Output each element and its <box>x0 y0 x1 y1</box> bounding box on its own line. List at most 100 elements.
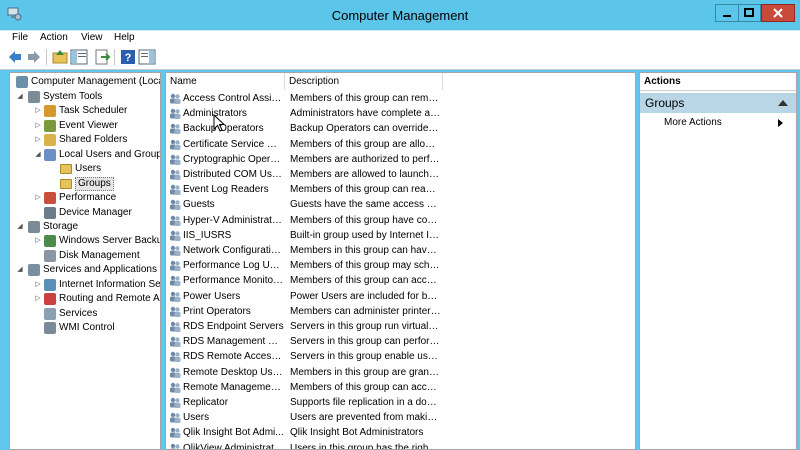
tree-item-event-viewer[interactable]: ▷ Event Viewer <box>10 119 160 133</box>
collapse-up-icon[interactable] <box>778 100 788 106</box>
collapse-icon[interactable]: ◢ <box>16 220 24 234</box>
group-icon <box>169 230 181 241</box>
group-icon <box>169 93 181 104</box>
tree-item-storage[interactable]: ◢ Storage <box>10 220 160 234</box>
list-item[interactable]: Print Operators Members can administer pr… <box>166 304 635 319</box>
tree-item-routing-and-remote-ac[interactable]: ▷ Routing and Remote Ac <box>10 292 160 306</box>
tree-item-computer-management-local[interactable]: Computer Management (Local <box>10 75 160 89</box>
local-users-groups-icon <box>44 149 56 161</box>
list-item[interactable]: QlikView Administrat... Users in this gro… <box>166 441 635 450</box>
group-description: Guests have the same access as m... <box>290 199 441 211</box>
expand-icon[interactable]: ▷ <box>34 292 42 306</box>
group-icon <box>169 108 181 120</box>
list-item[interactable]: Replicator Supports file replication in a… <box>166 395 635 410</box>
collapse-icon[interactable]: ◢ <box>16 90 24 104</box>
tree-item-device-manager[interactable]: Device Manager <box>10 206 160 220</box>
list-item[interactable]: Cryptographic Operat... Members are autho… <box>166 152 635 167</box>
tree-item-users[interactable]: Users <box>10 162 160 176</box>
group-name: Network Configuratio... <box>183 245 284 256</box>
tree-item-disk-management[interactable]: Disk Management <box>10 249 160 263</box>
tree-item-local-users-and-groups[interactable]: ◢ Local Users and Groups <box>10 148 160 162</box>
list-item[interactable]: RDS Remote Access S... Servers in this gr… <box>166 349 635 364</box>
wmi-icon <box>44 322 56 334</box>
list-item[interactable]: Backup Operators Backup Operators can ove… <box>166 121 635 136</box>
storage-icon <box>28 221 40 233</box>
group-icon <box>169 321 181 332</box>
forward-button[interactable] <box>25 48 43 66</box>
show-hide-console-tree-button[interactable] <box>70 48 88 66</box>
tree-item-task-scheduler[interactable]: ▷ Task Scheduler <box>10 104 160 118</box>
list-item[interactable]: Performance Monitor ... Members of this g… <box>166 273 635 288</box>
maximize-button[interactable] <box>739 4 761 22</box>
group-name: QlikView Administrat... <box>183 442 283 450</box>
services-icon <box>44 308 56 320</box>
minimize-button[interactable] <box>715 4 739 22</box>
tree-item-windows-server-backup[interactable]: ▷ Windows Server Backup <box>10 234 160 248</box>
expand-icon[interactable]: ▷ <box>34 119 42 133</box>
back-button[interactable] <box>6 48 24 66</box>
more-actions-item[interactable]: More Actions <box>664 116 722 130</box>
column-header-name[interactable]: Name <box>166 73 285 90</box>
list-item[interactable]: Certificate Service DC... Members of this… <box>166 137 635 152</box>
expand-icon[interactable]: ▷ <box>34 278 42 292</box>
group-icon <box>169 306 181 317</box>
actions-group-groups[interactable]: Groups <box>640 93 796 113</box>
help-button[interactable]: ? <box>119 48 137 66</box>
list-item[interactable]: Users Users are prevented from making ... <box>166 410 635 425</box>
export-list-button[interactable] <box>93 48 111 66</box>
group-icon <box>169 397 181 408</box>
expand-icon[interactable]: ▷ <box>34 133 42 147</box>
tree-item-shared-folders[interactable]: ▷ Shared Folders <box>10 133 160 147</box>
window-title: Computer Management <box>331 8 469 23</box>
group-description: Qlik Insight Bot Administrators <box>290 427 424 439</box>
show-hide-action-pane-button[interactable] <box>138 48 156 66</box>
list-item[interactable]: Remote Management... Members of this grou… <box>166 380 635 395</box>
list-item[interactable]: Event Log Readers Members of this group c… <box>166 182 635 197</box>
submenu-arrow-icon <box>778 119 783 127</box>
performance-icon <box>44 192 56 204</box>
group-name: Cryptographic Operat... <box>183 153 284 165</box>
routing-icon <box>44 293 56 305</box>
tree-item-groups[interactable]: Groups <box>10 177 160 191</box>
tree-item-services[interactable]: Services <box>10 307 160 321</box>
expand-icon[interactable]: ▷ <box>34 234 42 248</box>
title-bar[interactable]: Computer Management <box>0 0 800 30</box>
list-item[interactable]: Remote Desktop Users Members in this grou… <box>166 365 635 380</box>
menu-view[interactable]: View <box>81 31 103 45</box>
group-name: Hyper-V Administrators <box>183 214 284 226</box>
list-item[interactable]: RDS Endpoint Servers Servers in this grou… <box>166 319 635 334</box>
up-one-level-button[interactable] <box>51 48 69 66</box>
expand-icon[interactable]: ▷ <box>34 104 42 118</box>
tree-item-performance[interactable]: ▷ Performance <box>10 191 160 205</box>
console-tree-pane[interactable]: Computer Management (Local ◢ System Tools ▷… <box>9 72 161 450</box>
group-description: Users in this group has the right t... <box>290 442 441 450</box>
list-item[interactable]: RDS Management Ser... Servers in this gro… <box>166 334 635 349</box>
tree-item-wmi-control[interactable]: WMI Control <box>10 321 160 335</box>
list-item[interactable]: Power Users Power Users are included for … <box>166 289 635 304</box>
tree-item-system-tools[interactable]: ◢ System Tools <box>10 90 160 104</box>
list-item[interactable]: Hyper-V Administrators Members of this gr… <box>166 213 635 228</box>
group-name: Access Control Assist... <box>183 93 284 104</box>
list-item[interactable]: Qlik Insight Bot Admi... Qlik Insight Bot… <box>166 425 635 440</box>
actions-header: Actions <box>640 73 796 91</box>
tree-item-label: Performance <box>59 192 117 203</box>
list-item[interactable]: Distributed COM Users Members are allowed… <box>166 167 635 182</box>
tree-item-services-and-applications[interactable]: ◢ Services and Applications <box>10 263 160 277</box>
list-item[interactable]: Guests Guests have the same access as m..… <box>166 197 635 212</box>
menu-action[interactable]: Action <box>40 31 68 45</box>
close-button[interactable] <box>761 4 795 22</box>
list-item[interactable]: Access Control Assist... Members of this … <box>166 91 635 106</box>
list-item[interactable]: Network Configuratio... Members in this g… <box>166 243 635 258</box>
tree-item-label: Shared Folders <box>59 134 128 145</box>
menu-file[interactable]: File <box>12 31 28 45</box>
menu-help[interactable]: Help <box>114 31 135 45</box>
collapse-icon[interactable]: ◢ <box>16 263 24 277</box>
expand-icon[interactable]: ▷ <box>34 191 42 205</box>
tree-item-internet-information-ser[interactable]: ▷ Internet Information Ser <box>10 278 160 292</box>
list-item[interactable]: Performance Log Users Members of this gro… <box>166 258 635 273</box>
list-item[interactable]: IIS_IUSRS Built-in group used by Internet… <box>166 228 635 243</box>
column-header-description[interactable]: Description <box>285 73 443 90</box>
list-item[interactable]: Administrators Administrators have comple… <box>166 106 635 121</box>
groups-list-pane[interactable]: Name Description Access Control Assist..… <box>165 72 636 450</box>
collapse-icon[interactable]: ◢ <box>34 148 42 162</box>
